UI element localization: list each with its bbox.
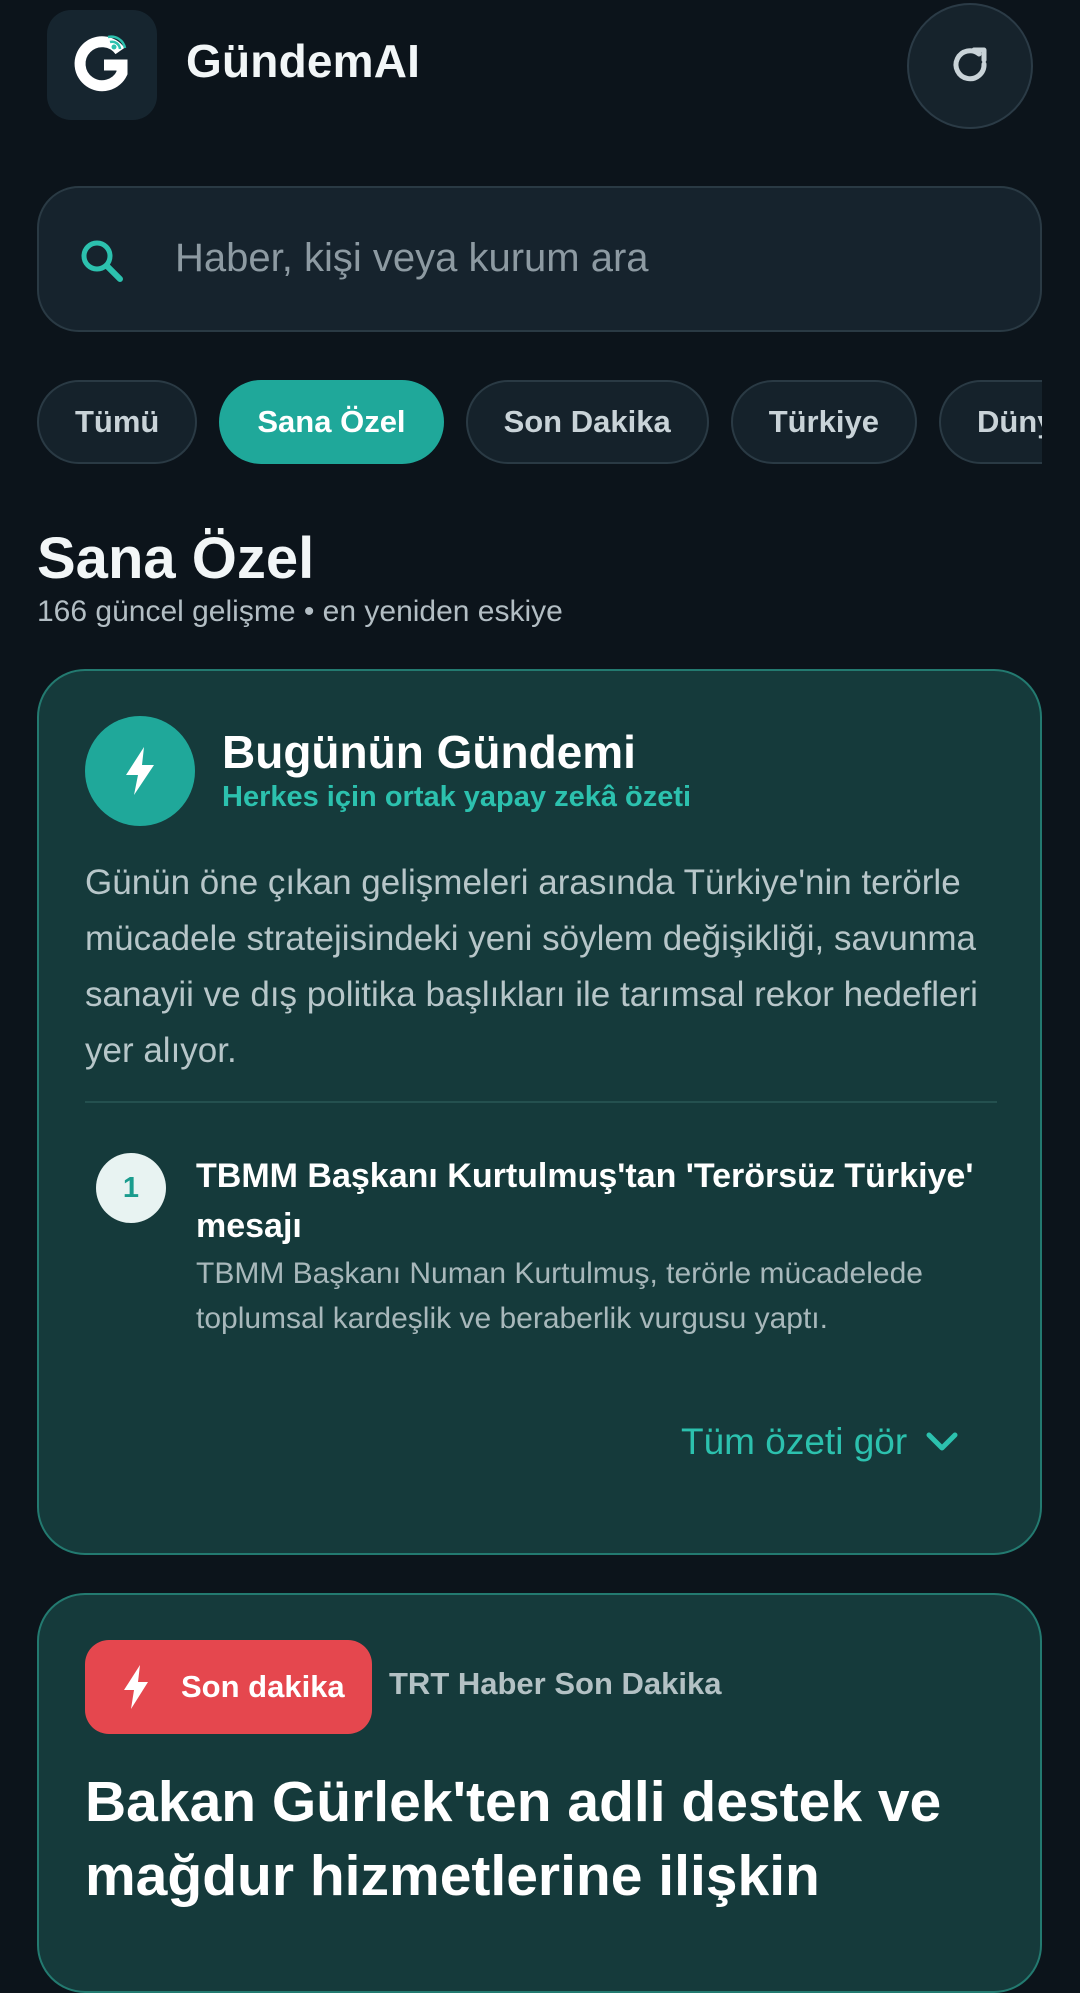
summary-body: Günün öne çıkan gelişmeleri arasında Tür…: [85, 863, 978, 1070]
chevron-down-icon: [926, 1432, 958, 1451]
news-title[interactable]: Bakan Gürlek'ten adli destek ve mağdur h…: [85, 1765, 1005, 1913]
summary-subtitle: Herkes için ortak yapay zekâ özeti: [222, 781, 692, 813]
page-title: Sana Özel: [37, 526, 315, 591]
app-name: GündemAI: [186, 35, 421, 87]
summary-item-title[interactable]: TBMM Başkanı Kurtulmuş'tan 'Terörsüz Tür…: [196, 1151, 1006, 1251]
news-source: TRT Haber Son Dakika: [389, 1666, 722, 1701]
tab-sana-ozel[interactable]: Sana Özel: [219, 380, 444, 464]
search-icon: [81, 240, 123, 282]
bolt-icon: [124, 1665, 148, 1709]
tab-son-dakika[interactable]: Son Dakika: [465, 380, 709, 464]
app-logo: [47, 10, 157, 120]
item-number-badge: 1: [96, 1153, 166, 1223]
summary-item-description: TBMM Başkanı Numan Kurtulmuş, terörle mü…: [196, 1257, 923, 1335]
refresh-icon: [953, 47, 987, 82]
g-logo-icon: [74, 35, 128, 92]
divider: [85, 1101, 997, 1103]
news-card[interactable]: Son dakika TRT Haber Son Dakika Bakan Gü…: [37, 1593, 1042, 1993]
breaking-news-badge: Son dakika: [85, 1640, 372, 1734]
search-input[interactable]: [175, 218, 995, 298]
summary-title: Bugünün Gündemi: [222, 726, 636, 778]
tab-tumu[interactable]: Tümü: [37, 380, 198, 464]
category-tabs: Tümü Sana Özel Son Dakika Türkiye Dünya: [37, 380, 1042, 466]
see-full-summary-label: Tüm özeti gör: [681, 1421, 908, 1462]
tab-turkiye[interactable]: Türkiye: [730, 380, 917, 464]
app-header: GündemAI: [0, 0, 1080, 140]
summary-icon-badge: [85, 716, 195, 826]
tab-dunya[interactable]: Dünya: [938, 380, 1042, 464]
search-bar[interactable]: [37, 186, 1042, 332]
refresh-button[interactable]: [907, 3, 1033, 129]
see-full-summary-button[interactable]: Tüm özeti gör: [681, 1421, 959, 1463]
daily-summary-card: Bugünün Gündemi Herkes için ortak yapay …: [37, 669, 1042, 1555]
page-subtitle: 166 güncel gelişme • en yeniden eskiye: [37, 595, 563, 628]
breaking-news-label: Son dakika: [181, 1669, 345, 1704]
bolt-icon: [126, 747, 154, 795]
